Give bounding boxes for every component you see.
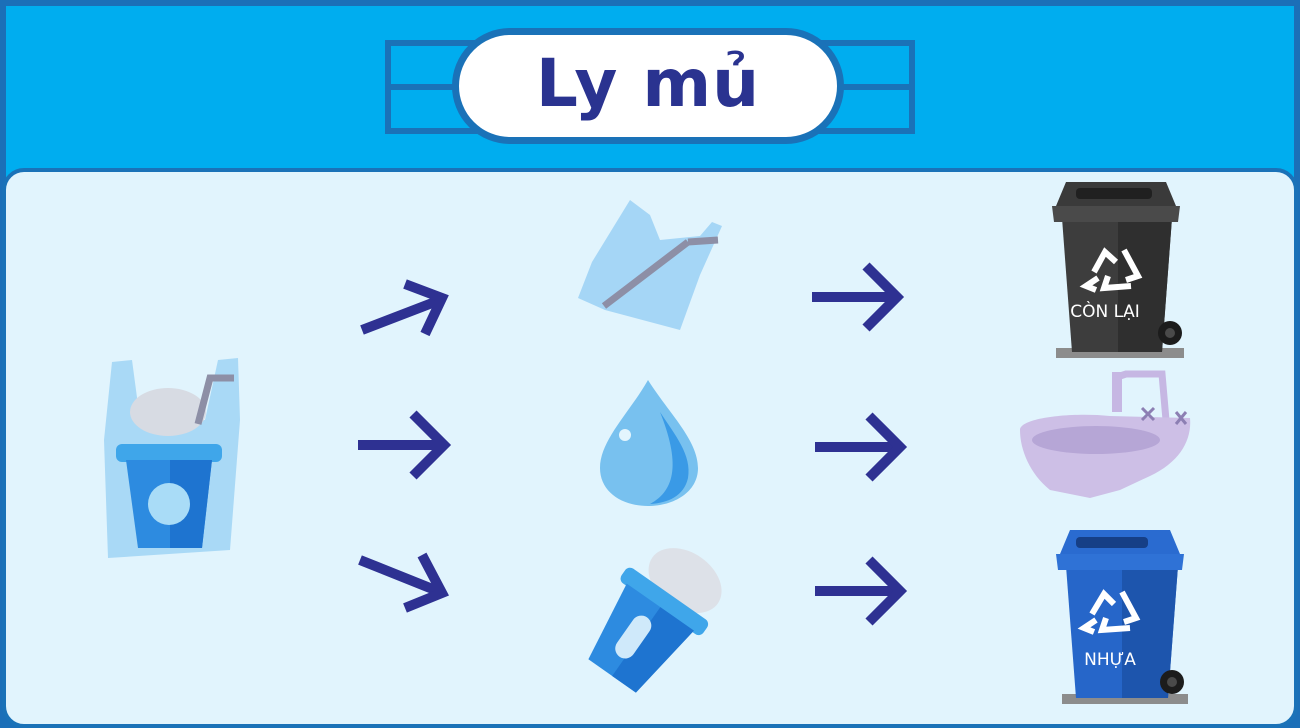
empty-plastic-cup-icon (588, 548, 722, 693)
arrow-icon (815, 556, 908, 626)
bin-label-plastic: NHỰA (1084, 650, 1136, 670)
blue-recycle-bin-icon: NHỰA (1056, 530, 1188, 704)
cup-in-plastic-bag-icon (104, 358, 240, 558)
bin-label-other: CÒN LẠI (1070, 300, 1140, 322)
arrow-icon (815, 412, 908, 482)
sink-icon (1020, 370, 1191, 498)
arrow-icon (360, 279, 449, 337)
sorting-diagram: CÒN LẠI NHỰA (104, 182, 1191, 704)
arrow-icon (812, 262, 905, 332)
water-drop-icon (600, 380, 698, 506)
arrow-icon (358, 410, 452, 480)
gray-recycle-bin-icon: CÒN LẠI (1052, 182, 1184, 358)
plastic-bag-with-straw-icon (578, 200, 722, 330)
arrow-icon (358, 552, 449, 613)
